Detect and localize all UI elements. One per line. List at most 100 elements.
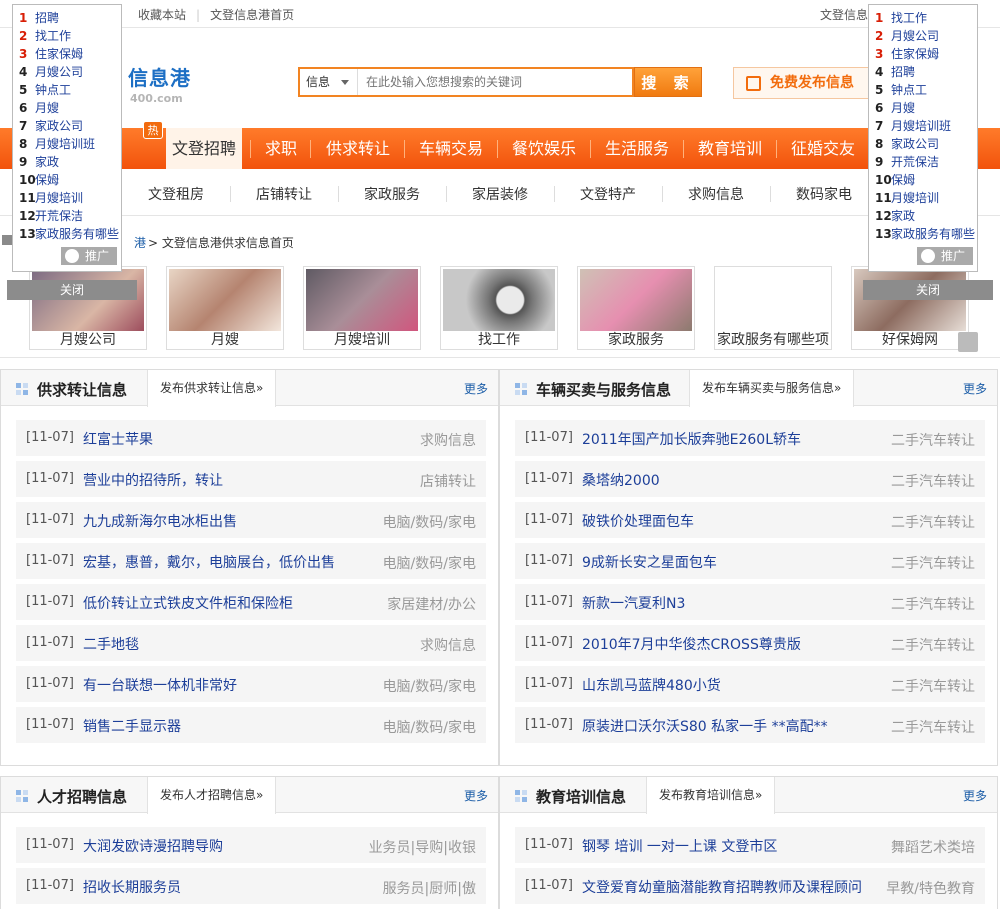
subnav-item-housekeeping[interactable]: 家政服务	[364, 184, 420, 204]
list-item[interactable]: [11-07] 有一台联想一体机非常好 电脑/数码/家电	[16, 666, 486, 707]
panel-publish-tab[interactable]: 发布人才招聘信息»	[147, 777, 277, 814]
float-item[interactable]: 12家政	[875, 207, 915, 224]
list-item[interactable]: [11-07] 红富士苹果 求购信息	[16, 420, 486, 461]
image-card[interactable]: 月嫂培训	[303, 266, 421, 350]
float-item[interactable]: 6 月嫂	[875, 99, 915, 116]
image-card[interactable]: 找工作	[440, 266, 558, 350]
subnav-item-shop[interactable]: 店铺转让	[256, 184, 312, 204]
float-item[interactable]: 4 招聘	[875, 63, 915, 80]
image-card[interactable]: 月嫂公司	[29, 266, 147, 350]
site-logo[interactable]: 信息港	[128, 62, 191, 91]
panel-supply: 供求转让信息 发布供求转让信息» 更多 [11-07] 红富士苹果 求购信息 [11…	[0, 369, 499, 766]
site-link-right[interactable]: 文登信息	[820, 6, 868, 23]
float-item[interactable]: 11月嫂培训	[875, 189, 939, 206]
list-item[interactable]: [11-07] 招收长期服务员 服务员|厨师|傲	[16, 868, 486, 909]
promo-button[interactable]: 推广	[61, 247, 117, 265]
image-caption: 月嫂	[211, 332, 239, 348]
panel-publish-tab[interactable]: 发布教育培训信息»	[646, 777, 776, 814]
list-item[interactable]: [11-07] 桑塔纳2000 二手汽车转让	[515, 461, 985, 502]
search-input[interactable]	[366, 73, 626, 91]
home-icon[interactable]	[2, 235, 12, 245]
panel-title: 人才招聘信息	[37, 788, 128, 806]
subnav-item-specialty[interactable]: 文登特产	[580, 184, 636, 204]
list-item[interactable]: [11-07] 9成新长安之星面包车 二手汽车转让	[515, 543, 985, 584]
image-card[interactable]: 好保姆网	[851, 266, 969, 350]
panel-header: 供求转让信息 发布供求转让信息» 更多	[1, 370, 498, 407]
float-item[interactable]: 10保姆	[19, 171, 59, 188]
float-item[interactable]: 9 开荒保洁	[875, 153, 939, 170]
close-float-left-button[interactable]: 关闭	[7, 280, 137, 300]
more-link[interactable]: 更多	[464, 787, 488, 804]
nav-item-food[interactable]: 餐饮娱乐	[512, 128, 576, 169]
nav-item-vehicle[interactable]: 车辆交易	[419, 128, 483, 169]
panel-publish-tab[interactable]: 发布车辆买卖与服务信息»	[689, 370, 855, 407]
nav-item-dating[interactable]: 征婚交友	[791, 128, 855, 169]
list-item[interactable]: [11-07] 大润发欧诗漫招聘导购 业务员|导购|收银	[16, 827, 486, 868]
image-card[interactable]: 家政服务	[577, 266, 695, 350]
promo-button[interactable]: 推广	[917, 247, 973, 265]
nav-item-seeking[interactable]: 求职	[265, 128, 297, 169]
nav-item-life[interactable]: 生活服务	[605, 128, 669, 169]
list-item[interactable]: [11-07] 原装进口沃尔沃S80 私家一手 **高配** 二手汽车转让	[515, 707, 985, 748]
float-item[interactable]: 5 钟点工	[875, 81, 927, 98]
list-item[interactable]: [11-07] 营业中的招待所，转让 店铺转让	[16, 461, 486, 502]
bookmark-link[interactable]: 收藏本站	[138, 8, 186, 22]
float-item[interactable]: 6 月嫂	[19, 99, 59, 116]
float-item[interactable]: 3 住家保姆	[19, 45, 83, 62]
list-item[interactable]: [11-07] 二手地毯 求购信息	[16, 625, 486, 666]
float-item[interactable]: 8 家政公司	[875, 135, 939, 152]
more-link[interactable]: 更多	[963, 787, 987, 804]
image-card[interactable]: 家政服务有哪些项	[714, 266, 832, 350]
search-button[interactable]: 搜 索	[634, 67, 702, 97]
image-caption: 家政服务	[608, 332, 664, 348]
list-item[interactable]: [11-07] 破铁价处理面包车 二手汽车转让	[515, 502, 985, 543]
subnav-item-decor[interactable]: 家居装修	[472, 184, 528, 204]
panel-publish-tab[interactable]: 发布供求转让信息»	[147, 370, 277, 407]
float-item[interactable]: 13家政服务有哪些	[19, 225, 119, 242]
float-item[interactable]: 1 找工作	[875, 9, 927, 26]
edit-icon	[746, 76, 761, 91]
subnav-item-purchase[interactable]: 求购信息	[688, 184, 744, 204]
list-item[interactable]: [11-07] 宏基，惠普，戴尔，电脑展台，低价出售 电脑/数码/家电	[16, 543, 486, 584]
float-item[interactable]: 12开荒保洁	[19, 207, 83, 224]
float-item[interactable]: 5 钟点工	[19, 81, 71, 98]
more-link[interactable]: 更多	[464, 380, 488, 397]
image-card[interactable]: 月嫂	[166, 266, 284, 350]
list-item[interactable]: [11-07] 2010年7月中华俊杰CROSS尊贵版 二手汽车转让	[515, 625, 985, 666]
list-item[interactable]: [11-07] 钢琴 培训 一对一上课 文登市区 舞蹈艺术类培	[515, 827, 985, 868]
float-item[interactable]: 8 月嫂培训班	[19, 135, 95, 152]
list-item[interactable]: [11-07] 2011年国产加长版奔驰E260L轿车 二手汽车转让	[515, 420, 985, 461]
float-item[interactable]: 2 月嫂公司	[875, 27, 939, 44]
publish-button[interactable]: 免费发布信息	[733, 67, 871, 99]
subnav-item-electronics[interactable]: 数码家电	[796, 184, 852, 204]
home-link[interactable]: 文登信息港首页	[210, 8, 294, 22]
site-logo-sub: 400.com	[130, 92, 183, 105]
close-float-right-button[interactable]: 关闭	[863, 280, 993, 300]
more-link[interactable]: 更多	[963, 380, 987, 397]
float-item[interactable]: 10保姆	[875, 171, 915, 188]
panel-list: [11-07] 钢琴 培训 一对一上课 文登市区 舞蹈艺术类培 [11-07] 文登爱…	[515, 827, 985, 909]
list-item[interactable]: [11-07] 山东凯马蓝牌480小货 二手汽车转让	[515, 666, 985, 707]
subnav-item-rent[interactable]: 文登租房	[148, 184, 204, 204]
list-item[interactable]: [11-07] 低价转让立式铁皮文件柜和保险柜 家居建材/办公	[16, 584, 486, 625]
float-item[interactable]: 2 找工作	[19, 27, 71, 44]
float-item[interactable]: 7 月嫂培训班	[875, 117, 951, 134]
nav-item-jobs[interactable]: 文登招聘	[166, 128, 243, 169]
float-item[interactable]: 13家政服务有哪些	[875, 225, 975, 242]
float-item[interactable]: 7 家政公司	[19, 117, 83, 134]
float-item[interactable]: 4 月嫂公司	[19, 63, 83, 80]
float-item[interactable]: 9 家政	[19, 153, 59, 170]
nav-item-supply[interactable]: 供求转让	[326, 128, 390, 169]
float-item[interactable]: 11月嫂培训	[19, 189, 83, 206]
nav-item-education[interactable]: 教育培训	[698, 128, 762, 169]
list-item[interactable]: [11-07] 新款一汽夏利N3 二手汽车转让	[515, 584, 985, 625]
breadcrumb-link[interactable]: 港	[134, 234, 146, 251]
panel-list: [11-07] 2011年国产加长版奔驰E260L轿车 二手汽车转让 [11-07]…	[515, 420, 985, 748]
search-category-select[interactable]: 信息	[300, 69, 358, 95]
list-item[interactable]: [11-07] 销售二手显示器 电脑/数码/家电	[16, 707, 486, 748]
list-item[interactable]: [11-07] 文登爱育幼童脑潜能教育招聘教师及课程顾问 早教/特色教育	[515, 868, 985, 909]
image-caption: 好保姆网	[882, 332, 938, 348]
float-item[interactable]: 1 招聘	[19, 9, 59, 26]
list-item[interactable]: [11-07] 九九成新海尔电冰柜出售 电脑/数码/家电	[16, 502, 486, 543]
float-item[interactable]: 3 住家保姆	[875, 45, 939, 62]
